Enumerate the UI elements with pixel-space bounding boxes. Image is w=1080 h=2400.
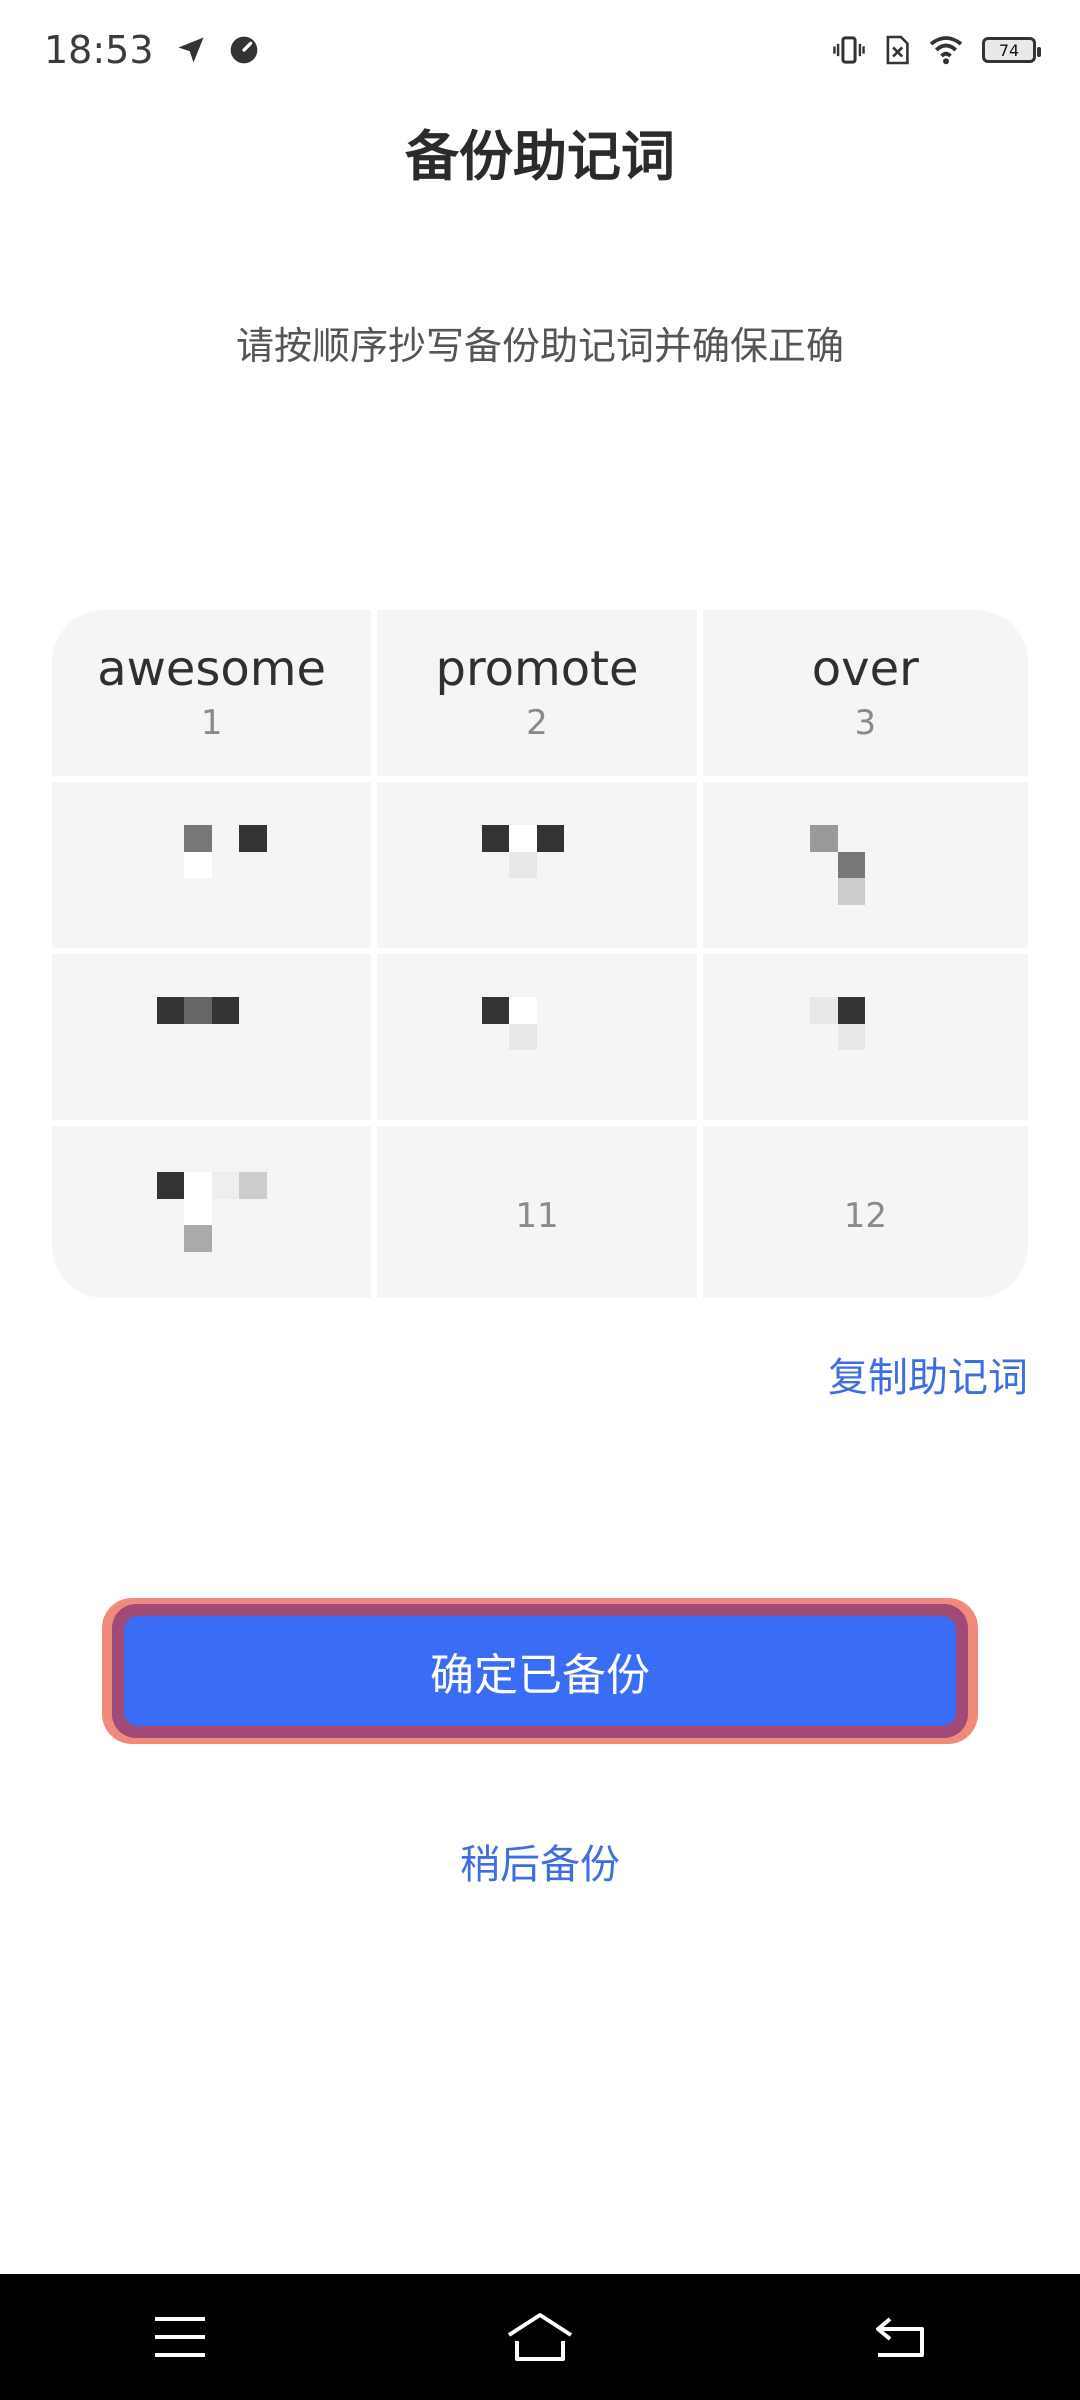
status-time: 18:53 (44, 28, 154, 72)
mnemonic-cell: awesome 1 (52, 610, 378, 782)
battery-level: 74 (998, 40, 1020, 60)
mnemonic-grid: awesome 1 promote 2 over 3 11 12 (52, 610, 1028, 1298)
battery-indicator: 74 (982, 37, 1041, 63)
no-sim-icon (884, 34, 910, 66)
mnemonic-cell-redacted (52, 782, 378, 954)
confirm-button-highlight: 确定已备份 (102, 1598, 978, 1744)
send-icon (176, 35, 206, 65)
mnemonic-word: over (811, 640, 919, 697)
mnemonic-cell: promote 2 (377, 610, 703, 782)
vibrate-icon (832, 35, 866, 65)
confirm-backup-button[interactable]: 确定已备份 (124, 1616, 956, 1726)
redaction-mosaic (157, 825, 267, 905)
mnemonic-index: 3 (854, 703, 877, 744)
page-title: 备份助记词 (405, 125, 675, 188)
mnemonic-cell-redacted (377, 954, 703, 1126)
status-bar: 18:53 74 (0, 0, 1080, 100)
redaction-mosaic (810, 997, 920, 1077)
backup-later-link[interactable]: 稍后备份 (0, 1832, 1080, 1890)
home-icon[interactable] (500, 2302, 580, 2372)
confirm-backup-label: 确定已备份 (430, 1650, 650, 1701)
mnemonic-cell: 12 (703, 1126, 1028, 1298)
mnemonic-index: 2 (526, 703, 548, 744)
navigation-bar (0, 2274, 1080, 2400)
back-icon[interactable] (860, 2302, 940, 2372)
mnemonic-word: promote (435, 640, 639, 697)
redaction-mosaic (156, 997, 267, 1077)
mnemonic-index: 1 (200, 703, 223, 744)
redaction-mosaic (481, 825, 592, 905)
redaction-mosaic (156, 1172, 267, 1252)
mnemonic-cell-redacted (52, 954, 378, 1126)
mnemonic-cell-redacted (52, 1126, 378, 1298)
mnemonic-word: awesome (97, 640, 327, 697)
wifi-icon (928, 35, 964, 65)
mnemonic-index: 12 (843, 1196, 887, 1236)
redaction-mosaic (810, 825, 920, 905)
instructions-text: 请按顺序抄写备份助记词并确保正确 (235, 324, 844, 368)
mnemonic-cell: over 3 (702, 610, 1028, 782)
mnemonic-cell: 11 (377, 1126, 703, 1298)
menu-icon[interactable] (140, 2302, 220, 2372)
redaction-mosaic (481, 997, 592, 1077)
copy-mnemonic-link[interactable]: 复制助记词 (828, 1345, 1028, 1403)
backup-mnemonic-screen: 18:53 74 备份助记词 请按顺序抄写备份助记词并确保正确 awesome … (0, 0, 1080, 2400)
speedometer-icon (228, 34, 260, 66)
mnemonic-cell-redacted (377, 782, 703, 954)
mnemonic-cell-redacted (702, 782, 1028, 954)
mnemonic-cell-redacted (702, 954, 1028, 1126)
mnemonic-index: 11 (515, 1196, 559, 1236)
